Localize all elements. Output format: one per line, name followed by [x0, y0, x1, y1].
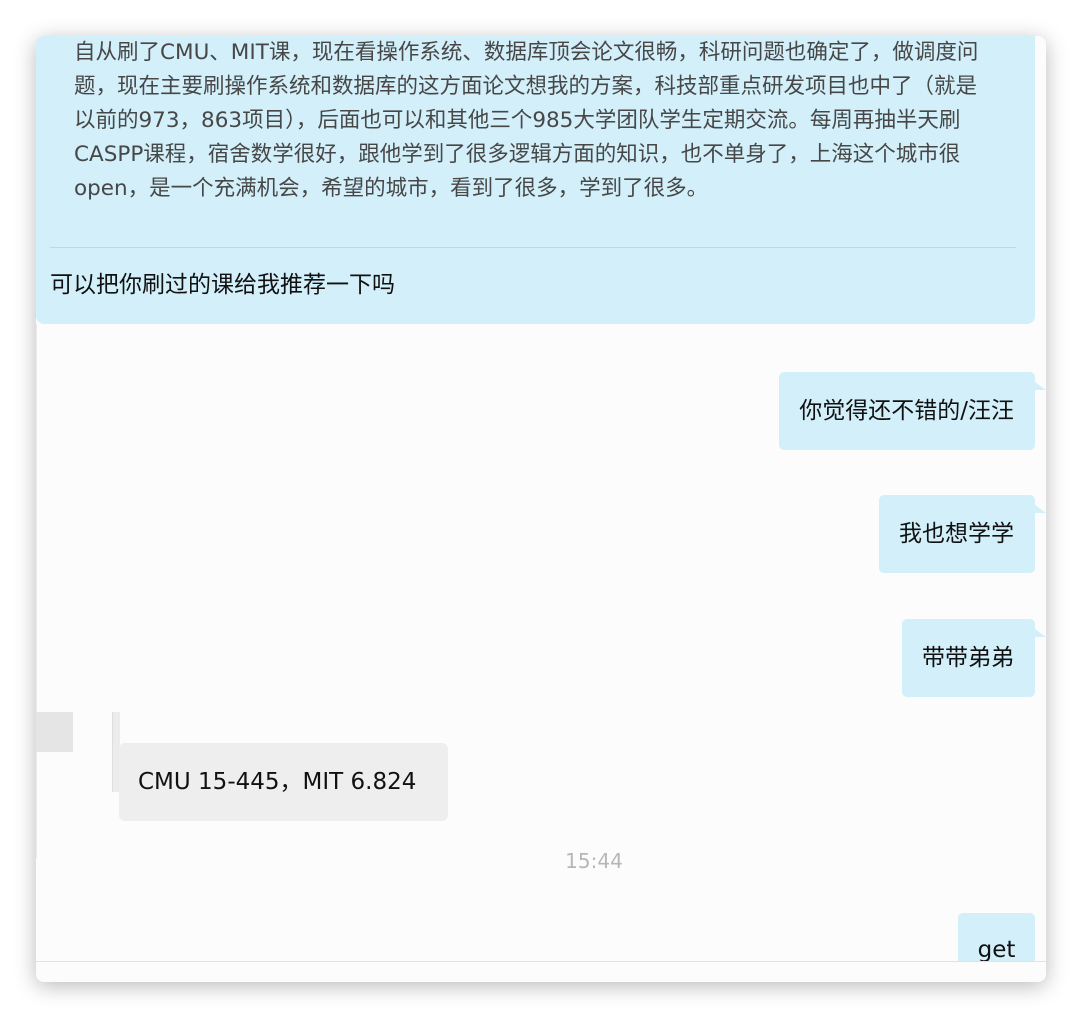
message-bubble-outgoing[interactable]: 带带弟弟 — [902, 619, 1046, 697]
reply-to-quote-text: 可以把你刷过的课给我推荐一下吗 — [50, 272, 395, 298]
message-bubble-outgoing[interactable]: 你觉得还不错的/汪汪 — [779, 372, 1046, 450]
bubble-tail — [1035, 505, 1046, 513]
quoted-message-text: 自从刷了CMU、MIT课，现在看操作系统、数据库顶会论文很畅，科研问题也确定了，… — [74, 40, 979, 201]
chat-scroll-edge — [36, 324, 37, 858]
message-bubble-outgoing[interactable]: 我也想学学 — [879, 495, 1046, 573]
bubble-tail — [1035, 629, 1046, 637]
message-bubble-outgoing[interactable]: get — [958, 913, 1035, 961]
message-text: 我也想学学 — [899, 521, 1014, 547]
message-input-area[interactable] — [36, 962, 1046, 982]
message-text: 你觉得还不错的/汪汪 — [799, 398, 1014, 424]
message-text: CMU 15-445，MIT 6.824 — [138, 769, 417, 795]
chat-window: 自从刷了CMU、MIT课，现在看操作系统、数据库顶会论文很畅，科研问题也确定了，… — [36, 36, 1046, 982]
message-text: get — [977, 937, 1016, 961]
quote-divider — [50, 247, 1016, 248]
message-text: 带带弟弟 — [922, 645, 1014, 671]
sender-avatar[interactable] — [36, 712, 73, 752]
message-timestamp: 15:44 — [565, 849, 623, 873]
quoted-message-bubble[interactable]: 自从刷了CMU、MIT课，现在看操作系统、数据库顶会论文很畅，科研问题也确定了，… — [36, 36, 1035, 324]
message-bubble-incoming[interactable]: CMU 15-445，MIT 6.824 — [119, 743, 448, 821]
bubble-tail — [1035, 382, 1046, 390]
